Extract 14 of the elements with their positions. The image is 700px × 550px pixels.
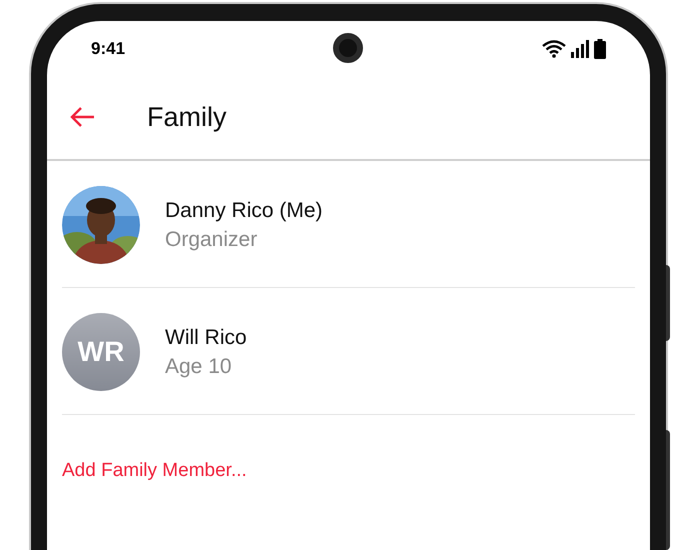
wifi-icon bbox=[542, 40, 566, 58]
member-row[interactable]: WR Will Rico Age 10 bbox=[62, 288, 635, 415]
avatar-initials: WR bbox=[62, 313, 140, 391]
add-member-link[interactable]: Add Family Member... bbox=[62, 457, 247, 486]
status-time: 9:41 bbox=[91, 38, 126, 60]
member-name: Danny Rico (Me) bbox=[165, 198, 323, 224]
page-title: Family bbox=[147, 100, 226, 134]
member-role: Organizer bbox=[165, 227, 258, 253]
member-name: Will Rico bbox=[165, 325, 247, 351]
camera-icon bbox=[333, 33, 363, 63]
member-role: Age 10 bbox=[165, 354, 233, 380]
battery-icon bbox=[594, 39, 606, 59]
signal-icon bbox=[571, 40, 589, 58]
member-row[interactable]: Danny Rico (Me) Organizer bbox=[62, 161, 635, 288]
